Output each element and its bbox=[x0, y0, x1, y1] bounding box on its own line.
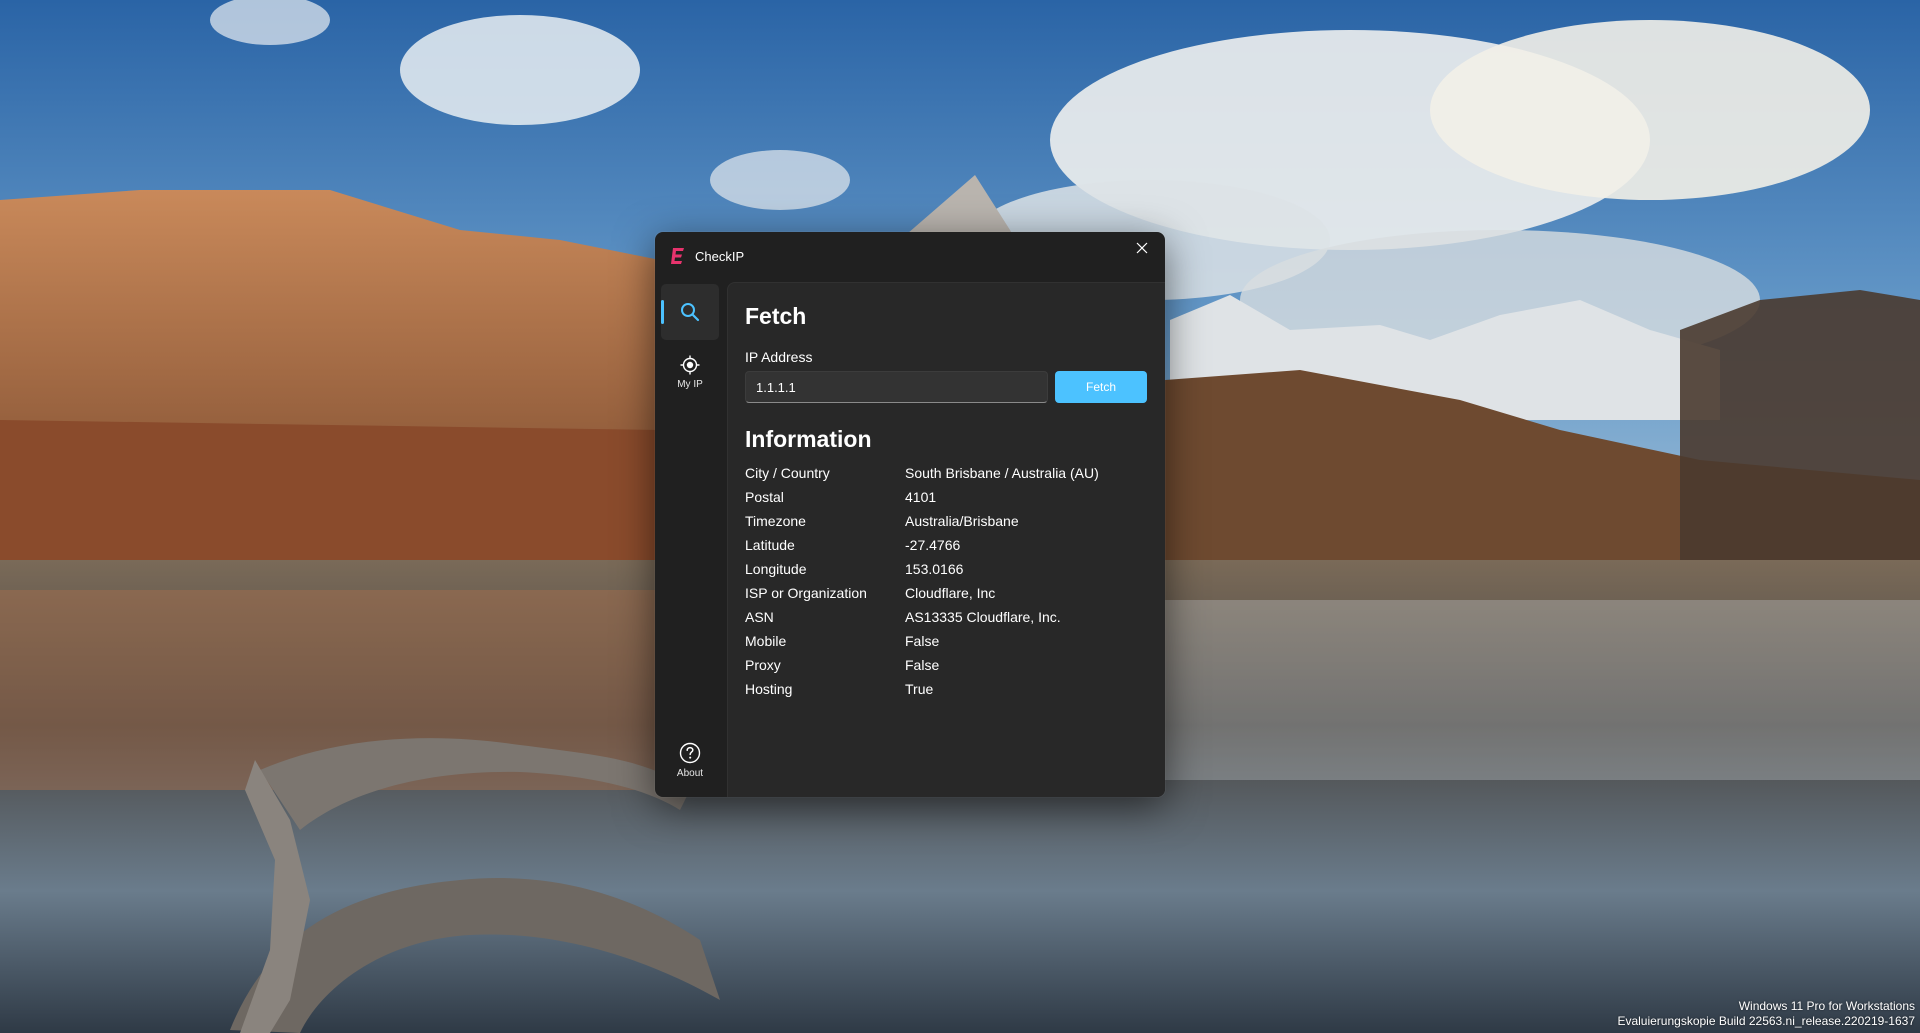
info-key: ISP or Organization bbox=[745, 585, 867, 601]
nav-selection-indicator bbox=[661, 300, 664, 324]
nav-item-label: My IP bbox=[677, 378, 703, 390]
info-row-timezone: Timezone Australia/Brisbane bbox=[745, 509, 1155, 533]
info-row-city-country: City / Country South Brisbane / Australi… bbox=[745, 461, 1155, 485]
app-logo-icon bbox=[671, 248, 684, 264]
info-value: 153.0166 bbox=[905, 561, 964, 577]
close-button[interactable] bbox=[1119, 232, 1165, 264]
windows-watermark: Windows 11 Pro for Workstations Evaluier… bbox=[1617, 999, 1915, 1029]
content-panel: Fetch IP Address Fetch Information City … bbox=[727, 282, 1165, 797]
info-row-postal: Postal 4101 bbox=[745, 485, 1155, 509]
information-list: City / Country South Brisbane / Australi… bbox=[745, 461, 1155, 701]
search-icon bbox=[681, 303, 700, 322]
nav-item-about[interactable]: About bbox=[661, 732, 719, 788]
target-icon bbox=[680, 355, 700, 374]
watermark-line-1: Windows 11 Pro for Workstations bbox=[1738, 999, 1915, 1013]
info-value: -27.4766 bbox=[905, 537, 961, 553]
info-value: South Brisbane / Australia (AU) bbox=[905, 465, 1099, 481]
info-value: Australia/Brisbane bbox=[905, 513, 1019, 529]
info-row-hosting: Hosting True bbox=[745, 677, 1155, 701]
info-key: Longitude bbox=[745, 561, 807, 577]
info-key: Postal bbox=[745, 489, 784, 505]
info-value: Cloudflare, Inc bbox=[905, 585, 996, 601]
info-key: Hosting bbox=[745, 681, 793, 697]
info-row-asn: ASN AS13335 Cloudflare, Inc. bbox=[745, 605, 1155, 629]
checkip-window: CheckIP My IP About Fetch IP Address 1.1… bbox=[655, 232, 1165, 797]
nav-item-search[interactable] bbox=[661, 284, 719, 340]
info-key: Timezone bbox=[745, 513, 806, 529]
nav-item-my-ip[interactable]: My IP bbox=[661, 344, 719, 400]
title-bar[interactable]: CheckIP bbox=[655, 232, 1165, 282]
info-row-proxy: Proxy False bbox=[745, 653, 1155, 677]
info-key: City / Country bbox=[745, 465, 830, 481]
info-key: Latitude bbox=[745, 537, 795, 553]
info-row-mobile: Mobile False bbox=[745, 629, 1155, 653]
nav-rail: My IP About bbox=[655, 282, 725, 797]
info-row-longitude: Longitude 153.0166 bbox=[745, 557, 1155, 581]
watermark-line-2: Evaluierungskopie Build 22563.ni_release… bbox=[1617, 1014, 1915, 1028]
info-row-isp: ISP or Organization Cloudflare, Inc bbox=[745, 581, 1155, 605]
ip-address-input[interactable] bbox=[745, 371, 1048, 403]
fetch-button[interactable]: Fetch bbox=[1055, 371, 1147, 403]
question-circle-icon bbox=[679, 742, 701, 763]
nav-item-label: About bbox=[676, 767, 704, 779]
info-value: AS13335 Cloudflare, Inc. bbox=[905, 609, 1061, 625]
info-key: ASN bbox=[745, 609, 774, 625]
fetch-heading: Fetch bbox=[745, 303, 807, 329]
information-heading: Information bbox=[745, 426, 872, 452]
info-row-latitude: Latitude -27.4766 bbox=[745, 533, 1155, 557]
ip-address-label: IP Address bbox=[745, 349, 813, 365]
info-key: Mobile bbox=[745, 633, 787, 649]
info-value: True bbox=[905, 681, 934, 697]
app-title: CheckIP bbox=[695, 249, 745, 264]
info-value: False bbox=[905, 633, 940, 649]
info-value: False bbox=[905, 657, 940, 673]
info-key: Proxy bbox=[745, 657, 781, 673]
close-icon bbox=[1136, 242, 1148, 254]
info-value: 4101 bbox=[905, 489, 937, 505]
